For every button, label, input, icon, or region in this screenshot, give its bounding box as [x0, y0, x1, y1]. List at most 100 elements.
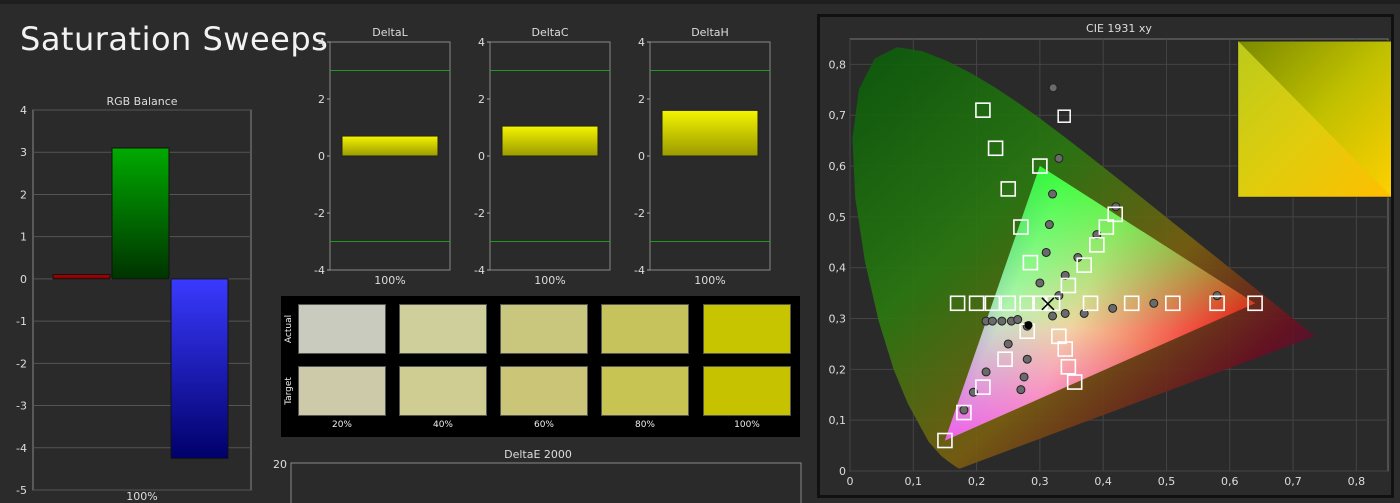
actual-swatch [601, 304, 689, 354]
cie-ytick-label: 0,5 [829, 211, 847, 224]
deltaL-ytick-label: 2 [318, 93, 325, 106]
swatch-column-label: 20% [331, 420, 352, 430]
deltaC-ytick-label: 4 [478, 36, 485, 49]
cie-ytick-label: 0,6 [829, 160, 847, 173]
deltaC-title: DeltaC [531, 26, 568, 39]
deltaL-ytick-label: -2 [314, 207, 325, 220]
rgb-ytick-label: 4 [20, 104, 27, 117]
deltaC-xlabel: 100% [534, 274, 565, 287]
deltaH-xlabel: 100% [694, 274, 725, 287]
deltaH-ytick-label: 2 [638, 93, 645, 106]
deltaC-ytick-label: -4 [474, 264, 485, 277]
rgb-ytick-label: -2 [16, 357, 27, 370]
rgb-ytick-label: -5 [16, 484, 27, 497]
target-swatch [399, 366, 487, 416]
deltaE-plot-area [290, 462, 802, 503]
cie-measured-point [1149, 298, 1159, 308]
actual-swatch [703, 304, 791, 354]
rgb-ytick-label: -3 [16, 400, 27, 413]
deltaH-bar [661, 109, 759, 157]
cie-measured-point [1044, 220, 1054, 230]
rgb-ytick-label: -4 [16, 442, 27, 455]
cie-measured-point [1108, 303, 1118, 313]
deltaL-bar [341, 135, 439, 157]
deltaL-title: DeltaL [372, 26, 408, 39]
rgb-bar-B [170, 278, 229, 459]
cie-xtick-label: 0,3 [1031, 475, 1049, 488]
rgb-balance-chart: RGB Balance -5 -4 -3 -2 -1 0 1 2 3 4 100% [16, 95, 252, 503]
deltaC-ytick-label: 2 [478, 93, 485, 106]
rgb-bar-G [111, 147, 170, 280]
deltaH-ytick-label: 4 [638, 36, 645, 49]
cie-chart: CIE 1931 xy 0 0,1 0,2 0,3 0,4 0,5 0,6 0,7 0,8 0 0,1… [829, 22, 1393, 488]
cie-measured-point [1035, 278, 1045, 288]
swatch-column-label: 80% [634, 420, 655, 430]
cie-measured-point [1003, 339, 1013, 349]
rgb-bar-R [52, 274, 111, 280]
deltaC-ytick-label: 0 [478, 150, 485, 163]
page-title: Saturation Sweeps [20, 20, 329, 58]
cie-measured-point [1019, 372, 1029, 382]
deltaC-bar [501, 125, 599, 157]
deltaH-ytick-label: -4 [634, 264, 645, 277]
rgb-ytick-label: 1 [20, 231, 27, 244]
target-swatch [601, 366, 689, 416]
cie-xtick-label: 0 [847, 475, 854, 488]
cie-ytick-label: 0,1 [829, 414, 847, 427]
cie-measured-point [1054, 153, 1064, 163]
deltaC-ytick-label: -2 [474, 207, 485, 220]
cie-ytick-label: 0,3 [829, 313, 847, 326]
cie-ytick-label: 0,7 [829, 109, 847, 122]
deltaL-ytick-label: -4 [314, 264, 325, 277]
cie-measured-point [959, 405, 969, 415]
cie-measured-point [1022, 354, 1032, 364]
cie-measured-point [981, 367, 991, 377]
swatch-column-label: 40% [432, 420, 453, 430]
cie-measured-point [1016, 385, 1026, 395]
cie-measured-point [1013, 315, 1023, 325]
deltaH-title: DeltaH [691, 26, 729, 39]
actual-swatch [298, 304, 386, 354]
deltaE-title: DeltaE 2000 [504, 448, 572, 461]
deltaL-ytick-label: 4 [318, 36, 325, 49]
rgb-balance-title: RGB Balance [106, 95, 177, 108]
swatch-column-label: 60% [533, 420, 554, 430]
deltaE-ytick-label: 20 [273, 458, 287, 471]
cie-measured-point [987, 316, 997, 326]
rgb-ytick-label: -1 [16, 315, 27, 328]
cie-ytick-label: 0 [839, 465, 846, 478]
deltaH-chart: DeltaH -4 -2 0 2 4 100% [634, 26, 771, 287]
cie-xtick-label: 0,7 [1284, 475, 1302, 488]
swatch-row-label-actual: Actual [284, 314, 294, 344]
deltaH-ytick-label: 0 [638, 150, 645, 163]
cie-ytick-label: 0,4 [829, 262, 847, 275]
cie-xtick-label: 0,6 [1221, 475, 1239, 488]
swatch-row-label-target: Target [284, 377, 294, 405]
target-swatch [500, 366, 588, 416]
cie-measured-point [1041, 247, 1051, 257]
deltaL-xlabel: 100% [374, 274, 405, 287]
deltaH-ytick-label: -2 [634, 207, 645, 220]
swatch-column-label: 100% [734, 420, 760, 430]
target-swatch [703, 366, 791, 416]
cie-inset-measured-point [1048, 83, 1058, 93]
cie-title: CIE 1931 xy [1086, 22, 1152, 35]
actual-swatch [500, 304, 588, 354]
top-strip [0, 0, 1400, 4]
cie-xtick-label: 0,2 [968, 475, 986, 488]
cie-measured-point [997, 316, 1007, 326]
cie-xtick-label: 0,5 [1158, 475, 1176, 488]
cie-ytick-label: 0,2 [829, 363, 847, 376]
rgb-ytick-label: 2 [20, 188, 27, 201]
target-swatch [298, 366, 386, 416]
rgb-ytick-label: 3 [20, 146, 27, 159]
swatch-panel: Actual Target 20% 40% 60% 80% 100% [281, 296, 800, 437]
rgb-ytick-label: 0 [20, 273, 27, 286]
rgb-xlabel: 100% [126, 490, 157, 503]
deltaL-chart: DeltaL -4 -2 0 2 4 100% [314, 26, 451, 287]
cie-measured-point [1048, 311, 1058, 321]
cie-xtick-label: 0,4 [1094, 475, 1112, 488]
cie-measured-point [1048, 189, 1058, 199]
deltaL-ytick-label: 0 [318, 150, 325, 163]
cie-frame: CIE 1931 xy 0 0,1 0,2 0,3 0,4 0,5 0,6 0,7 0,8 0 0,1… [817, 14, 1394, 498]
